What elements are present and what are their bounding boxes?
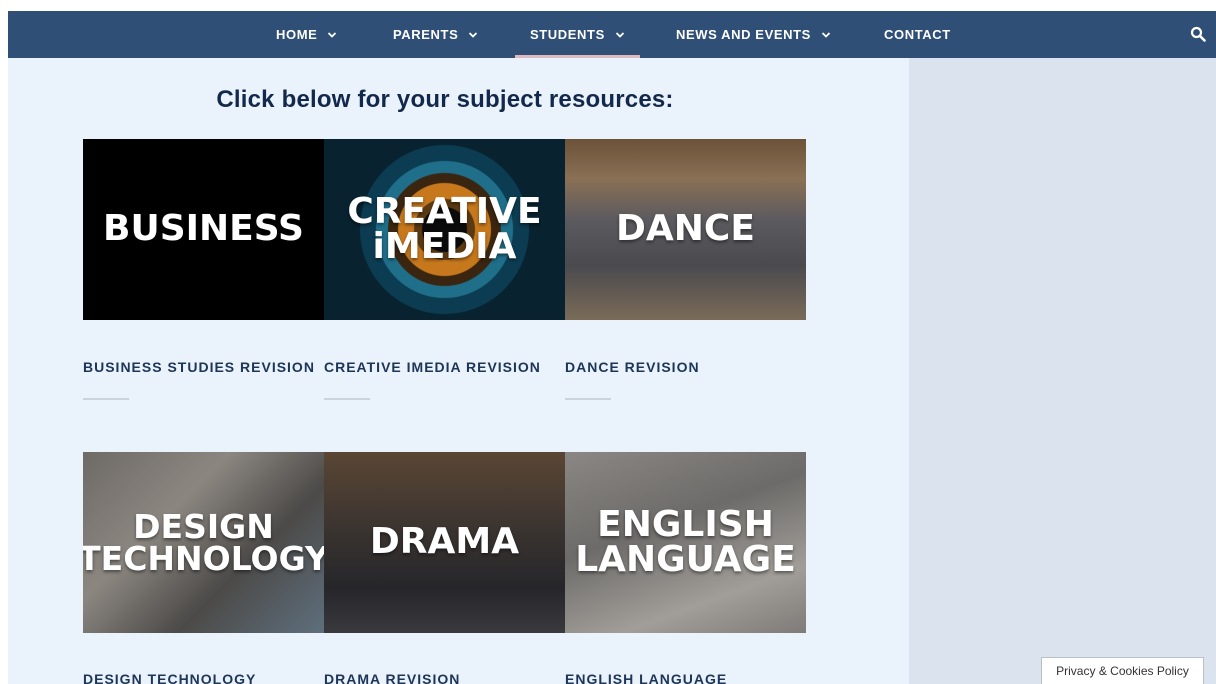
nav-item-label: HOME: [276, 27, 318, 42]
privacy-cookies-policy-link[interactable]: Privacy & Cookies Policy: [1041, 657, 1204, 684]
tile-title: DANCE: [616, 208, 755, 250]
subject-tile-dance[interactable]: DANCE: [565, 139, 806, 320]
subject-link-design-technology[interactable]: DESIGN TECHNOLOGY: [83, 671, 256, 684]
caption-divider: [83, 398, 129, 400]
tile-title: ENGLISH LANGUAGE: [575, 504, 796, 580]
nav-item-label: CONTACT: [884, 27, 951, 42]
main-navigation: HOME PARENTS STUDENTS NEWS AND EVENTS CO…: [8, 11, 1216, 58]
chevron-down-icon: [821, 31, 831, 38]
subject-tile-drama[interactable]: DRAMA: [324, 452, 565, 633]
caption-divider: [324, 398, 370, 400]
subject-link-creative-imedia[interactable]: CREATIVE IMEDIA REVISION: [324, 359, 541, 375]
caption-divider: [565, 398, 611, 400]
sidebar: [909, 58, 1216, 684]
nav-item-students[interactable]: STUDENTS: [515, 11, 640, 58]
tile-title: BUSINESS: [103, 208, 304, 250]
chevron-down-icon: [615, 31, 624, 38]
nav-item-label: NEWS AND EVENTS: [676, 27, 811, 42]
chevron-down-icon: [328, 31, 337, 38]
subject-link-drama[interactable]: DRAMA REVISION: [324, 671, 460, 684]
tile-title: DESIGN TECHNOLOGY: [83, 507, 324, 578]
tile-title: DRAMA: [369, 521, 520, 563]
subject-link-english-language[interactable]: ENGLISH LANGUAGE: [565, 671, 727, 684]
nav-item-contact[interactable]: CONTACT: [884, 11, 951, 58]
subject-tile-design-technology[interactable]: DESIGN TECHNOLOGY: [83, 452, 324, 633]
subject-tile-english-language[interactable]: ENGLISH LANGUAGE: [565, 452, 806, 633]
nav-item-home[interactable]: HOME: [276, 11, 337, 58]
nav-item-label: STUDENTS: [530, 27, 605, 42]
chevron-down-icon: [469, 31, 478, 38]
tile-title: CREATIVE iMEDIA: [347, 191, 542, 267]
search-icon[interactable]: [1190, 26, 1206, 42]
subject-tile-creative-imedia[interactable]: CREATIVE iMEDIA: [324, 139, 565, 320]
nav-item-label: PARENTS: [393, 27, 459, 42]
page-heading: Click below for your subject resources:: [216, 86, 674, 113]
nav-item-news-and-events[interactable]: NEWS AND EVENTS: [676, 11, 831, 58]
subject-link-business-studies[interactable]: BUSINESS STUDIES REVISION: [83, 359, 315, 375]
nav-item-parents[interactable]: PARENTS: [393, 11, 478, 58]
subject-link-dance[interactable]: DANCE REVISION: [565, 359, 700, 375]
subject-tile-business[interactable]: BUSINESS: [83, 139, 324, 320]
